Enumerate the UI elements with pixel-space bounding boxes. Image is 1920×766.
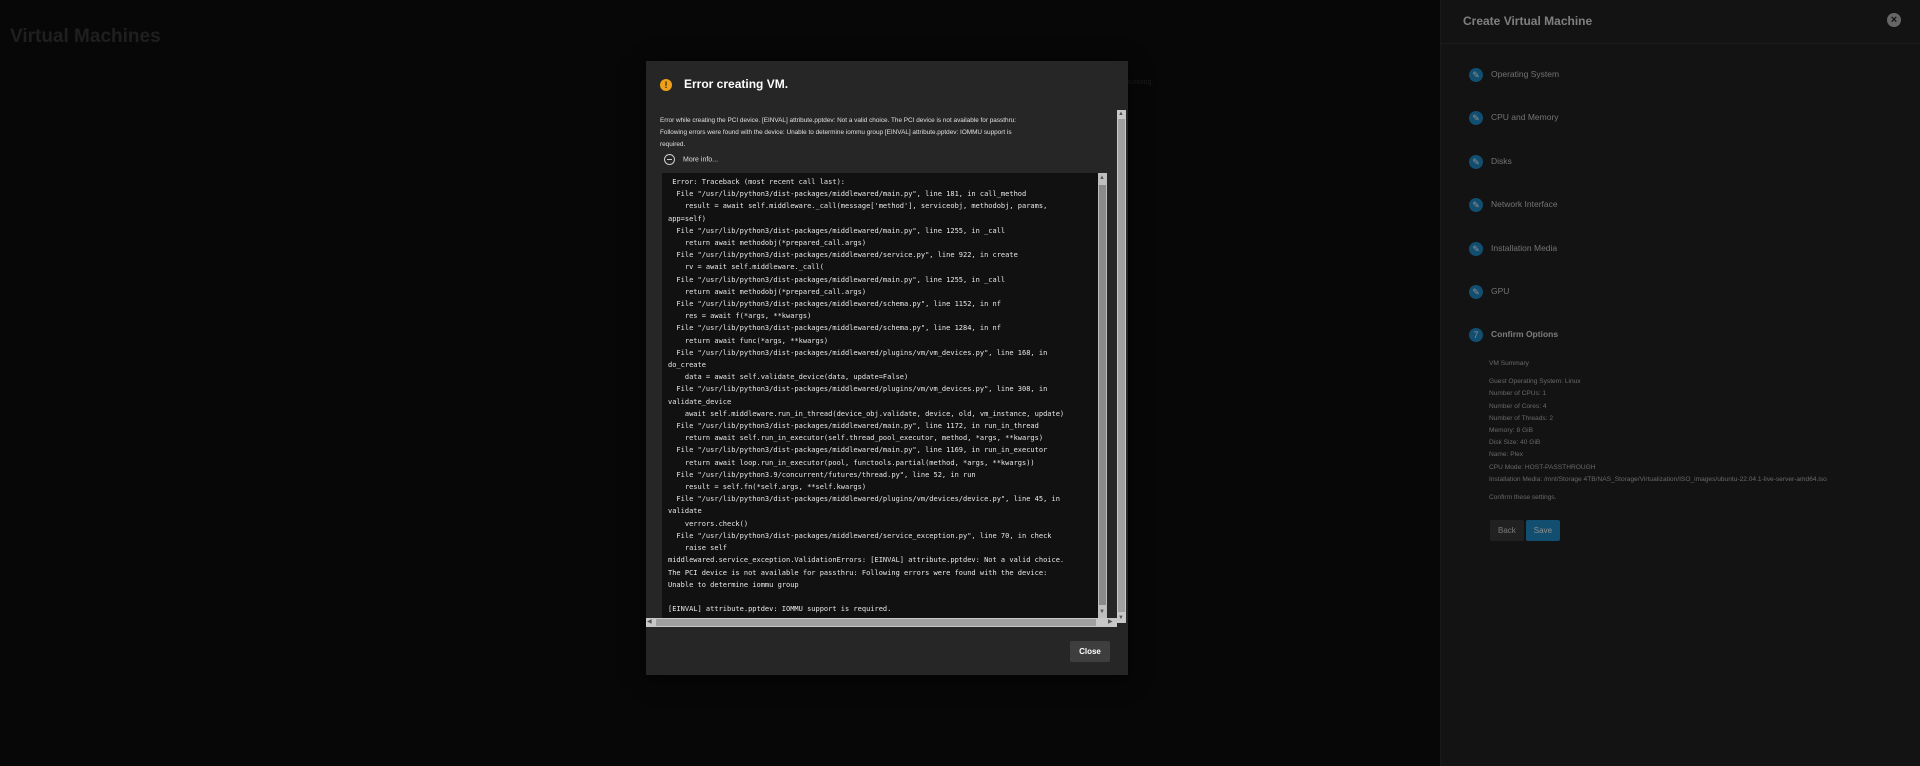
close-button[interactable]: Close bbox=[1070, 641, 1110, 662]
dialog-title: Error creating VM. bbox=[684, 77, 789, 91]
traceback-text: Error: Traceback (most recent call last)… bbox=[668, 178, 1065, 614]
warning-icon: ! bbox=[660, 79, 672, 91]
scroll-down-arrow-icon[interactable]: ▼ bbox=[1118, 614, 1124, 622]
scroll-left-arrow-icon[interactable]: ◀ bbox=[647, 618, 652, 626]
dialog-horizontal-scrollbar[interactable]: ◀ ▶ bbox=[646, 618, 1117, 627]
scroll-up-arrow-icon[interactable]: ▲ bbox=[1099, 174, 1105, 182]
error-message-line: Error while creating the PCI device. [EI… bbox=[660, 117, 1017, 124]
more-info-label: More info... bbox=[683, 156, 719, 164]
error-message: Error while creating the PCI device. [EI… bbox=[660, 115, 1100, 151]
error-message-line: Following errors were found with the dev… bbox=[660, 129, 1012, 136]
scroll-down-arrow-icon[interactable]: ▼ bbox=[1099, 608, 1105, 616]
traceback-scrollbar[interactable]: ▲ ▼ bbox=[1098, 173, 1107, 618]
dialog-hscroll-thumb[interactable] bbox=[656, 619, 1096, 626]
dialog-scroll-thumb[interactable] bbox=[1118, 119, 1125, 612]
scroll-right-arrow-icon[interactable]: ▶ bbox=[1108, 618, 1113, 626]
minus-circle-icon bbox=[664, 154, 675, 165]
traceback-scroll-thumb[interactable] bbox=[1099, 185, 1106, 605]
dialog-vertical-scrollbar[interactable]: ▲ ▼ bbox=[1117, 110, 1126, 623]
error-message-line: required. bbox=[660, 141, 686, 148]
traceback-box[interactable]: Error: Traceback (most recent call last)… bbox=[662, 173, 1107, 618]
scroll-up-arrow-icon[interactable]: ▲ bbox=[1118, 110, 1124, 118]
more-info-toggle[interactable]: More info... bbox=[664, 154, 718, 165]
dialog-content: Error while creating the PCI device. [EI… bbox=[646, 110, 1128, 627]
error-dialog: ! Error creating VM. Error while creatin… bbox=[646, 61, 1128, 675]
